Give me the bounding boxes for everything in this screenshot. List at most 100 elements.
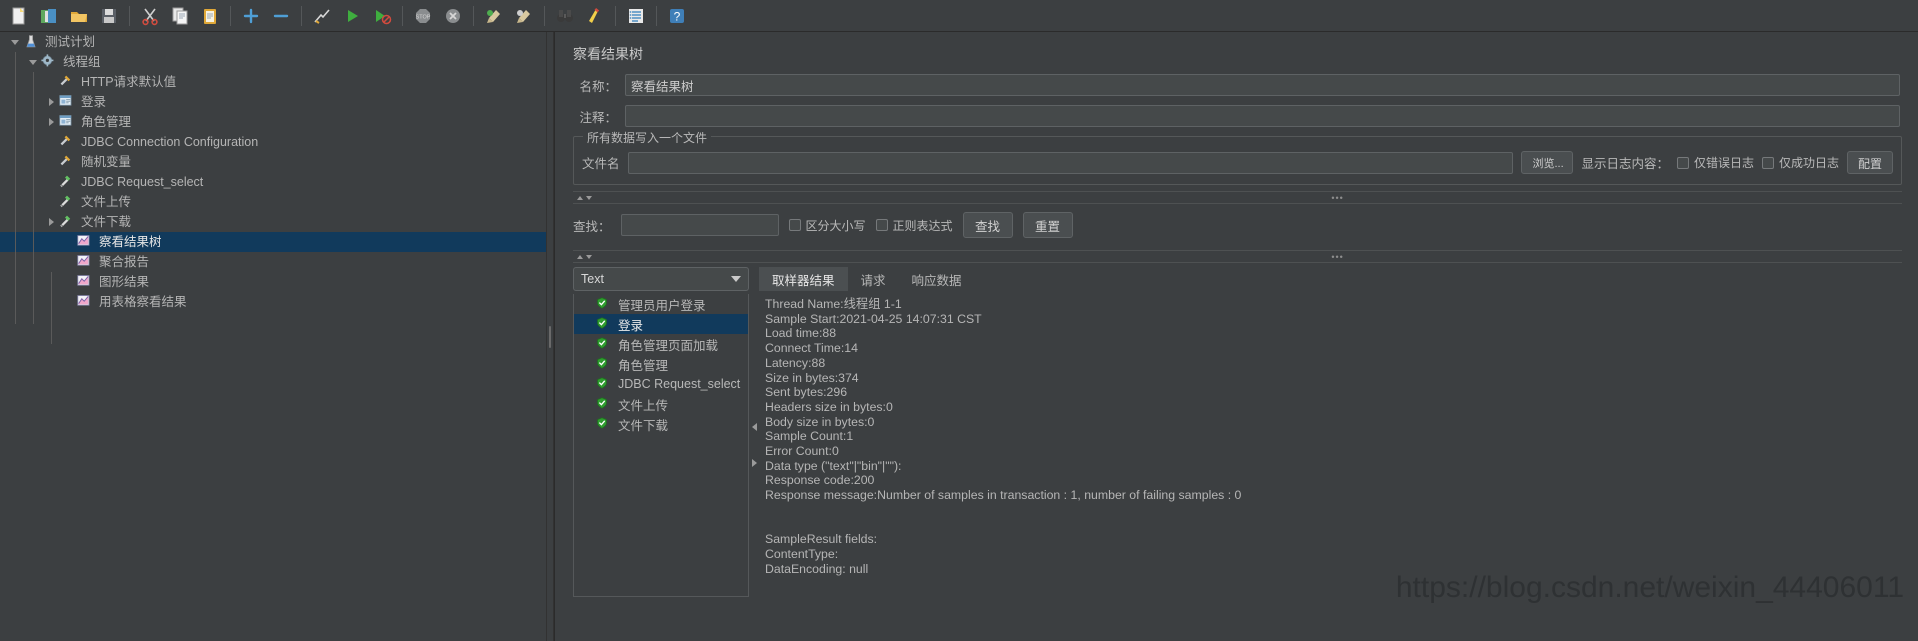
stop-button[interactable]: STOP [408, 2, 438, 30]
reset-search-button[interactable] [580, 2, 610, 30]
tree-node[interactable]: 登录 [0, 92, 546, 112]
browse-button[interactable]: 浏览... [1521, 151, 1574, 174]
clear-all-button[interactable] [509, 2, 539, 30]
tree-node-label: 聚合报告 [99, 255, 150, 269]
tree-node-label: 用表格察看结果 [99, 295, 187, 309]
tree-node[interactable]: HTTP请求默认值 [0, 72, 546, 92]
tree-node[interactable]: 图形结果 [0, 272, 546, 292]
search-row: 查找： 区分大小写 正则表达式 查找 重置 [555, 204, 1918, 244]
list-item-label: 角色管理 [618, 358, 669, 373]
broom-gray-icon [514, 6, 534, 26]
collapse-handle-dots-top[interactable]: ••• [1331, 193, 1902, 203]
collapse-down-icon[interactable] [586, 195, 592, 200]
list-item[interactable]: 登录 [574, 314, 748, 334]
success-only-checkbox[interactable]: 仅成功日志 [1761, 154, 1839, 171]
help-question-icon: ? [667, 6, 687, 26]
results-divider[interactable] [749, 267, 759, 597]
chevron-down-icon[interactable] [26, 52, 40, 72]
sample-result-list[interactable]: 管理员用户登录 登录角色管理页面加载 角色管理 JDBC Request_select… [573, 294, 749, 597]
tree-node[interactable]: 聚合报告 [0, 252, 546, 272]
list-item-label: 角色管理页面加载 [618, 338, 719, 353]
chevron-right-icon[interactable] [44, 92, 58, 112]
shutdown-button[interactable] [438, 2, 468, 30]
name-input[interactable] [625, 74, 1900, 96]
listener-config-panel: 察看结果树 名称： 注释： 所有数据写入一个文件 文件名 浏览... 显示日志内… [554, 32, 1918, 641]
tree-node[interactable]: 文件下载 [0, 212, 546, 232]
divider-right-arrow-icon[interactable] [751, 459, 757, 467]
find-button[interactable]: 查找 [962, 212, 1013, 238]
list-item[interactable]: JDBC Request_select [574, 374, 748, 394]
collapse-all-button[interactable] [266, 2, 296, 30]
tree-toggle-spacer [62, 252, 76, 272]
tab-2[interactable]: 响应数据 [899, 267, 975, 291]
collapse-up-icon[interactable] [577, 195, 583, 200]
list-item[interactable]: 文件上传 [574, 394, 748, 414]
open-button[interactable] [64, 2, 94, 30]
regex-checkbox[interactable]: 正则表达式 [875, 217, 953, 234]
cut-button[interactable] [135, 2, 165, 30]
pane-splitter[interactable] [546, 32, 554, 641]
function-helper-button[interactable] [621, 2, 651, 30]
collapse-bar-top[interactable]: ••• [573, 191, 1902, 204]
splitter-grip[interactable] [549, 325, 551, 348]
plus-icon [241, 6, 261, 26]
collapse-up-icon-2[interactable] [577, 254, 583, 259]
tree-node[interactable]: JDBC Request_select [0, 172, 546, 192]
tab-0[interactable]: 取样器结果 [759, 267, 848, 291]
tree-node[interactable]: 测试计划 [0, 32, 546, 52]
tree-node[interactable]: 文件上传 [0, 192, 546, 212]
toolbar-separator [544, 5, 545, 26]
filename-label: 文件名 [582, 157, 620, 171]
controller-icon [58, 93, 76, 111]
case-sensitive-checkbox[interactable]: 区分大小写 [788, 217, 866, 234]
chevron-down-icon[interactable] [731, 276, 741, 282]
comment-input[interactable] [625, 105, 1900, 127]
search-input[interactable] [620, 214, 779, 236]
search-button[interactable] [550, 2, 580, 30]
list-item[interactable]: 文件下载 [574, 414, 748, 434]
tree-node[interactable]: JDBC Connection Configuration [0, 132, 546, 152]
expand-all-button[interactable] [236, 2, 266, 30]
list-lines-icon [626, 6, 646, 26]
success-only-checkbox-box[interactable] [1761, 156, 1774, 169]
clear-button[interactable] [479, 2, 509, 30]
toggle-button[interactable] [307, 2, 337, 30]
tree-node[interactable]: 用表格察看结果 [0, 292, 546, 312]
collapse-handle-dots-bottom[interactable]: ••• [1331, 252, 1902, 262]
paste-button[interactable] [195, 2, 225, 30]
tree-node[interactable]: 随机变量 [0, 152, 546, 172]
start-no-pauses-button[interactable] [367, 2, 397, 30]
errors-only-checkbox[interactable]: 仅错误日志 [1676, 154, 1754, 171]
errors-only-checkbox-box[interactable] [1676, 156, 1689, 169]
tree-node[interactable]: 线程组 [0, 52, 546, 72]
chevron-down-icon[interactable] [8, 32, 22, 52]
tree-node[interactable]: 察看结果树 [0, 232, 546, 252]
save-disk-icon [99, 6, 119, 26]
chevron-right-icon[interactable] [44, 212, 58, 232]
reset-button[interactable]: 重置 [1022, 212, 1073, 238]
list-item[interactable]: 管理员用户登录 [574, 294, 748, 314]
tree-toggle-spacer [44, 192, 58, 212]
page-title: 察看结果树 [573, 46, 643, 62]
regex-checkbox-box[interactable] [875, 219, 888, 231]
case-sensitive-checkbox-box[interactable] [788, 219, 801, 231]
tab-1[interactable]: 请求 [848, 267, 899, 291]
collapse-bar-bottom[interactable]: ••• [573, 250, 1902, 263]
divider-left-arrow-icon[interactable] [751, 423, 757, 431]
renderer-dropdown[interactable]: Text [573, 267, 749, 291]
help-button[interactable]: ? [662, 2, 692, 30]
result-tabs[interactable]: 取样器结果 请求 响应数据 [759, 267, 1918, 291]
test-plan-tree[interactable]: 测试计划 线程组 HTTP请求默认值 登录 角色管理 JDBC Connection Co… [0, 32, 546, 641]
collapse-down-icon-2[interactable] [586, 254, 592, 259]
copy-button[interactable] [165, 2, 195, 30]
new-test-plan-button[interactable] [4, 2, 34, 30]
configure-button[interactable]: 配置 [1847, 151, 1893, 174]
save-button[interactable] [94, 2, 124, 30]
list-item[interactable]: 角色管理页面加载 [574, 334, 748, 354]
list-item[interactable]: 角色管理 [574, 354, 748, 374]
start-button[interactable] [337, 2, 367, 30]
chevron-right-icon[interactable] [44, 112, 58, 132]
templates-button[interactable] [34, 2, 64, 30]
tree-node[interactable]: 角色管理 [0, 112, 546, 132]
filename-input[interactable] [627, 151, 1514, 174]
